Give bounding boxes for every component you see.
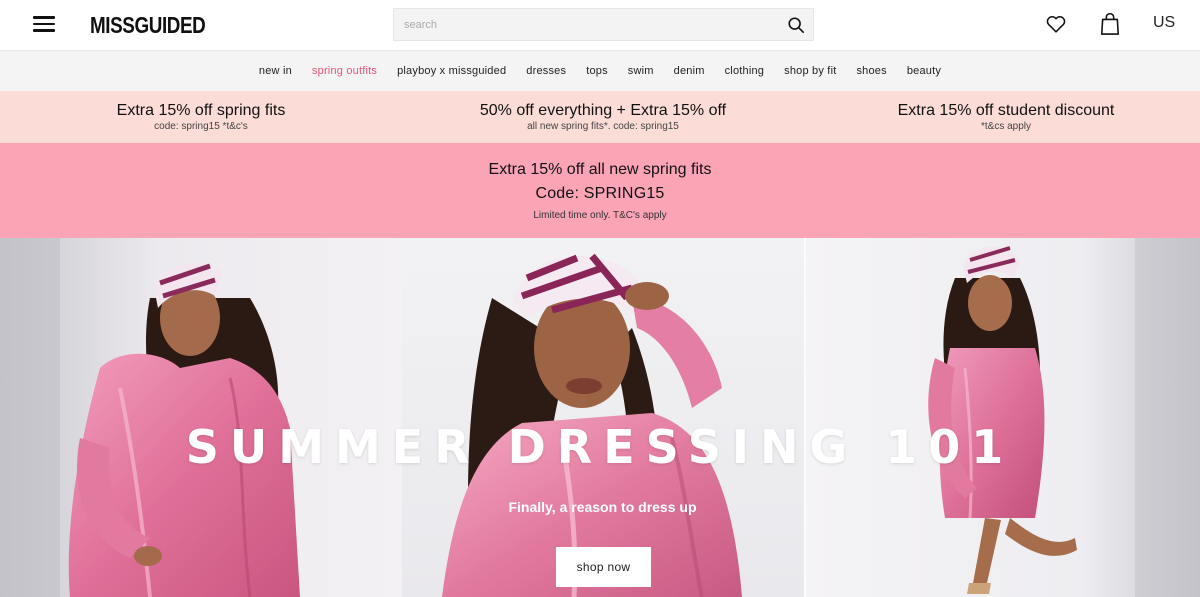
model-illustration-left [0,238,300,597]
nav-item-playboy-x-missguided[interactable]: playboy x missguided [387,65,516,77]
hero-banner[interactable]: SUMMER DRESSING 101 Finally, a reason to… [0,238,1200,597]
promo-subtitle: all new spring fits*. code: spring15 [527,121,679,132]
nav-item-dresses[interactable]: dresses [516,65,576,77]
site-logo[interactable]: MISSGUIDED [90,12,206,39]
promo-title: Extra 15% off student discount [897,102,1115,119]
promo-title: Extra 15% off spring fits [116,102,286,119]
promo-strip: Extra 15% off spring fits code: spring15… [0,91,1200,143]
promo-banner[interactable]: Extra 15% off all new spring fits Code: … [0,143,1200,238]
promo-spring-fits[interactable]: Extra 15% off spring fits code: spring15… [61,102,341,133]
search-icon[interactable] [787,16,805,34]
bag-icon[interactable] [1099,12,1121,36]
nav-item-shop-by-fit[interactable]: shop by fit [774,65,846,77]
promo-subtitle: *t&cs apply [980,121,1032,132]
search-bar [393,8,814,41]
promo-student-discount[interactable]: Extra 15% off student discount *t&cs app… [866,102,1146,133]
hero-title: SUMMER DRESSING 101 [185,420,1015,474]
nav-item-clothing[interactable]: clothing [715,65,775,77]
search-input[interactable] [394,9,774,40]
shop-now-button[interactable]: shop now [556,547,651,587]
nav-item-swim[interactable]: swim [618,65,664,77]
nav-item-beauty[interactable]: beauty [897,65,951,77]
promo-title: 50% off everything + Extra 15% off [479,102,727,119]
category-nav: new in spring outfits playboy x missguid… [0,50,1200,91]
nav-item-new-in[interactable]: new in [249,65,302,77]
banner-terms-note: Limited time only. T&C's apply [533,210,667,221]
promo-50-off-everything[interactable]: 50% off everything + Extra 15% off all n… [453,102,753,133]
hero-subtitle: Finally, a reason to dress up [508,499,697,515]
promo-subtitle: code: spring15 *t&c's [154,121,248,132]
hamburger-icon[interactable] [33,15,55,33]
banner-promo-code: Code: SPRING15 [535,185,665,202]
nav-item-denim[interactable]: denim [664,65,715,77]
heart-icon[interactable] [1045,13,1067,35]
category-nav-list: new in spring outfits playboy x missguid… [0,51,1200,91]
nav-item-spring-outfits[interactable]: spring outfits [302,65,387,77]
nav-item-tops[interactable]: tops [576,65,618,77]
panel-divider [804,238,806,597]
hero-model-image-right [805,238,1200,597]
site-header: MISSGUIDED US [0,0,1200,50]
hero-model-image-left [0,238,402,597]
banner-title: Extra 15% off all new spring fits [488,161,712,178]
model-illustration-right [928,238,1200,597]
region-selector[interactable]: US [1153,14,1175,32]
model-illustration-center [442,253,742,597]
hero-model-image-center [402,238,805,597]
nav-item-shoes[interactable]: shoes [846,65,896,77]
